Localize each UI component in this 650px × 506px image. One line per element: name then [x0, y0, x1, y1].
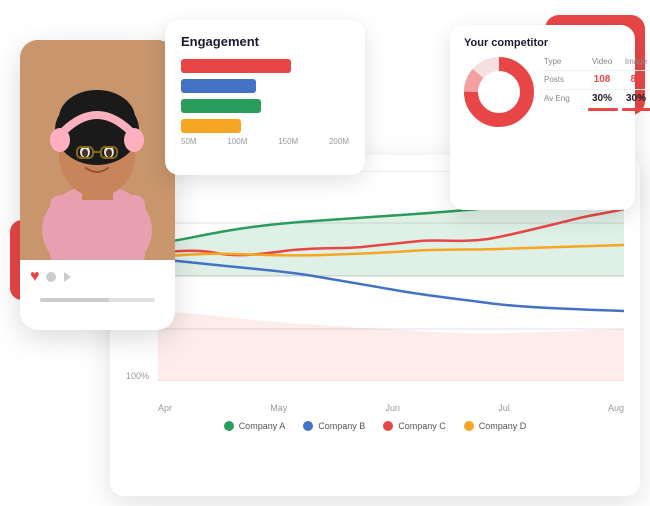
legend-dot-d [464, 421, 474, 431]
stat-header-row: Type Video Image Carousel [544, 57, 650, 66]
legend-company-c: Company C [383, 421, 446, 431]
progress-bar [40, 298, 155, 302]
bar-orange [181, 119, 241, 133]
engagement-title: Engagement [181, 34, 349, 49]
competitor-card: Your competitor Type Video Image [450, 25, 635, 210]
bar-blue [181, 79, 256, 93]
stat-type-label: Type [544, 57, 584, 66]
stat-eng-label: Av Eng [544, 94, 584, 103]
phone-card: ♥ [20, 40, 175, 330]
progress-fill [40, 298, 109, 302]
legend-company-b: Company B [303, 421, 365, 431]
bar-green [181, 99, 261, 113]
competitor-content: Type Video Image Carousel Posts 108 80 2… [464, 57, 621, 127]
scene: ♥ Engagement 50M [0, 0, 650, 506]
bar-row-2 [181, 79, 349, 93]
axis-50m: 50M [181, 137, 197, 146]
person-photo [20, 40, 175, 260]
divider-2 [544, 89, 650, 90]
legend-label-b: Company B [318, 421, 365, 431]
x-label-may: May [270, 403, 287, 413]
stat-image-header: Image [620, 57, 650, 66]
competitor-title: Your competitor [464, 37, 621, 49]
x-label-jul: Jul [498, 403, 510, 413]
bar-red [181, 59, 291, 73]
red-bar-1 [588, 108, 618, 111]
legend-label-a: Company A [239, 421, 286, 431]
dot-icon [46, 272, 56, 282]
x-label-apr: Apr [158, 403, 172, 413]
legend-company-d: Company D [464, 421, 527, 431]
red-bars-row [544, 108, 650, 111]
donut-chart [464, 57, 534, 127]
stat-video-header: Video [586, 57, 618, 66]
bar-row-1 [181, 59, 349, 73]
legend-dot-c [383, 421, 393, 431]
x-label-jun: Jun [385, 403, 400, 413]
stat-posts-row: Posts 108 80 20 [544, 74, 650, 85]
bar-axis: 50M 100M 150M 200M [181, 137, 349, 146]
axis-100m: 100M [227, 137, 247, 146]
social-bar: ♥ [20, 260, 175, 294]
red-bar-2 [622, 108, 650, 111]
stat-image-posts: 80 [620, 74, 650, 85]
stat-video-eng: 30% [586, 93, 618, 104]
axis-200m: 200M [329, 137, 349, 146]
engagement-card: Engagement 50M 100M 150M 200M [165, 20, 365, 175]
stat-posts-label: Posts [544, 75, 584, 84]
y-label-100-bot: 100% [126, 371, 149, 381]
bar-row-3 [181, 99, 349, 113]
stat-video-posts: 108 [586, 74, 618, 85]
x-axis-labels: Apr May Jun Jul Aug [126, 403, 624, 413]
share-icon [64, 272, 71, 282]
stat-image-eng: 30% [620, 93, 650, 104]
divider-1 [544, 70, 650, 71]
x-label-aug: Aug [608, 403, 624, 413]
legend-label-d: Company D [479, 421, 527, 431]
legend-label-c: Company C [398, 421, 446, 431]
legend-company-a: Company A [224, 421, 286, 431]
axis-150m: 150M [278, 137, 298, 146]
bar-chart [181, 59, 349, 133]
stat-eng-row: Av Eng 30% 30% 30% [544, 93, 650, 104]
legend-dot-a [224, 421, 234, 431]
legend-dot-b [303, 421, 313, 431]
competitor-stats: Type Video Image Carousel Posts 108 80 2… [544, 57, 650, 111]
bar-row-4 [181, 119, 349, 133]
heart-icon: ♥ [30, 268, 40, 286]
chart-legend: Company A Company B Company C Company D [126, 421, 624, 431]
